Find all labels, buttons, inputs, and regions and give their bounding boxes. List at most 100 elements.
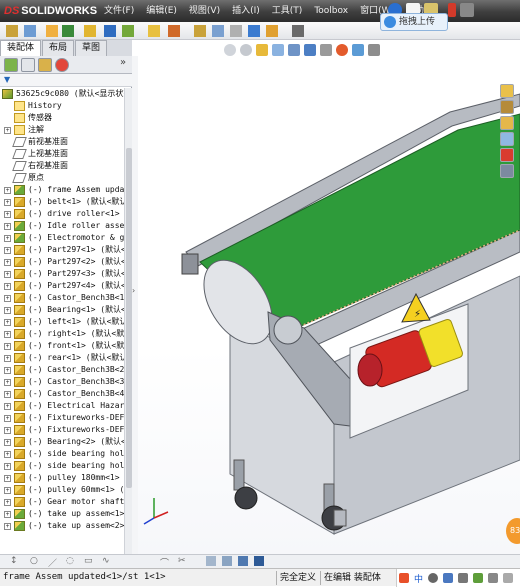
pan-icon[interactable]: ↕ <box>10 556 18 566</box>
sogou-ime-icon[interactable] <box>399 573 409 583</box>
smart-fasteners-icon[interactable] <box>62 25 74 37</box>
ime-punctuation-icon[interactable] <box>428 573 439 583</box>
new-motion-study-icon[interactable] <box>168 25 180 37</box>
view-right-icon[interactable] <box>254 556 264 566</box>
tree-item[interactable]: + (-) Part297<2> (默认<默认 <box>0 256 124 268</box>
expand-toggle-icon[interactable]: + <box>4 295 11 302</box>
menu-file[interactable]: 文件(F) <box>98 0 140 22</box>
expand-toggle-icon[interactable]: + <box>4 271 11 278</box>
expand-toggle-icon[interactable]: + <box>4 283 11 290</box>
appearances-icon[interactable] <box>500 148 514 162</box>
options-icon[interactable] <box>460 3 474 17</box>
view-front-icon[interactable] <box>206 556 216 566</box>
view-top-icon[interactable] <box>222 556 232 566</box>
trim-tool-icon[interactable]: ✂ <box>178 556 186 566</box>
tree-item[interactable]: + (-) Bearing<1> (默认<默认 <box>0 304 124 316</box>
expand-toggle-icon[interactable]: + <box>4 463 11 470</box>
tree-item[interactable]: + (-) belt<1> (默认<默认_显示状态-1>) <box>0 196 124 208</box>
tree-item[interactable]: + (-) Part297<4> (默认<默认 <box>0 280 124 292</box>
arc-tool-icon[interactable]: ◌ <box>66 556 74 566</box>
reference-geometry-icon[interactable] <box>148 25 160 37</box>
expand-toggle-icon[interactable]: + <box>4 127 11 134</box>
tree-item[interactable]: + (-) Bearing<2> (默认<默认 <box>0 436 124 448</box>
tree-item[interactable]: + 注解 <box>0 124 124 136</box>
tree-item[interactable]: 右视基准面 <box>0 160 124 172</box>
design-library-icon[interactable] <box>500 100 514 114</box>
tree-item[interactable]: + (-) rear<1> (默认<默认 <box>0 352 124 364</box>
tree-item[interactable]: + (-) Castor_Bench3B<3> ( <box>0 376 124 388</box>
expand-toggle-icon[interactable]: + <box>4 415 11 422</box>
expand-toggle-icon[interactable]: + <box>4 187 11 194</box>
expand-toggle-icon[interactable]: + <box>4 307 11 314</box>
expand-toggle-icon[interactable]: + <box>4 367 11 374</box>
expand-toggle-icon[interactable]: + <box>4 427 11 434</box>
tab-layout[interactable]: 布局 <box>42 40 75 56</box>
filter-icon[interactable]: ▼ <box>4 75 10 84</box>
tab-sketch[interactable]: 草图 <box>75 40 108 56</box>
expand-toggle-icon[interactable]: + <box>4 247 11 254</box>
move-component-icon[interactable] <box>84 25 96 37</box>
expand-toggle-icon[interactable]: + <box>4 223 11 230</box>
insert-component-icon[interactable] <box>6 25 18 37</box>
rebuild-icon[interactable] <box>448 3 456 17</box>
tree-item[interactable]: + (-) front<1> (默认<默认 <box>0 340 124 352</box>
menu-tools[interactable]: 工具(T) <box>266 0 309 22</box>
ime-chinese-mode-icon[interactable]: 中 <box>414 572 423 585</box>
tree-scrollbar[interactable] <box>124 88 132 554</box>
expand-toggle-icon[interactable]: + <box>4 211 11 218</box>
view-palette-icon[interactable] <box>500 132 514 146</box>
expand-toggle-icon[interactable]: + <box>4 391 11 398</box>
tree-item[interactable]: 前视基准面 <box>0 136 124 148</box>
expand-toggle-icon[interactable]: + <box>4 331 11 338</box>
tree-item[interactable]: + (-) Part297<3> (默认<默认 <box>0 268 124 280</box>
tree-item[interactable]: + (-) right<1> (默认<默认 <box>0 328 124 340</box>
expand-toggle-icon[interactable]: + <box>4 451 11 458</box>
tree-root-assembly[interactable]: 53625c9c080 (默认<显示状态-1>) <box>0 88 124 100</box>
tree-item[interactable]: + (-) drive roller<1> (默认) <box>0 208 124 220</box>
solidworks-logo[interactable]: DS SOLIDWORKS <box>4 3 97 19</box>
tree-item[interactable]: + (-) Castor_Bench3B<2> ( <box>0 364 124 376</box>
graphics-area[interactable]: ⚡ <box>138 40 520 554</box>
tree-item[interactable]: + (-) Fixtureworks-DEFAUL <box>0 412 124 424</box>
tree-item[interactable]: + (-) pulley 60mm<1> (默认 <box>0 484 124 496</box>
expand-toggle-icon[interactable]: + <box>4 199 11 206</box>
tree-item[interactable]: + (-) Fixtureworks-DEFAUL <box>0 424 124 436</box>
ime-tools-icon[interactable] <box>503 573 514 583</box>
expand-toggle-icon[interactable]: + <box>4 259 11 266</box>
view-iso-icon[interactable] <box>238 556 248 566</box>
spline-tool-icon[interactable]: ∿ <box>102 556 110 566</box>
expand-toggle-icon[interactable]: + <box>4 523 11 530</box>
tree-item[interactable]: + (-) take up assem<2> ( <box>0 520 124 532</box>
solidworks-resources-icon[interactable] <box>500 84 514 98</box>
tree-item[interactable]: 传感器 <box>0 112 124 124</box>
display-manager-tab-icon[interactable] <box>55 58 69 72</box>
menu-toolbox[interactable]: Toolbox <box>308 0 354 22</box>
tree-item[interactable]: + (-) Electrical Hazard<1 <box>0 400 124 412</box>
tree-item[interactable]: + (-) Gear motor shaft<1> <box>0 496 124 508</box>
tree-item[interactable]: + (-) pulley 180mm<1> (默认 <box>0 472 124 484</box>
expand-toggle-icon[interactable]: + <box>4 355 11 362</box>
tree-item[interactable]: + (-) Castor_Bench3B<1> ( <box>0 292 124 304</box>
menu-view[interactable]: 视图(V) <box>183 0 226 22</box>
tree-item[interactable]: + (-) Electromotor & gear <box>0 232 124 244</box>
exploded-view-icon[interactable] <box>212 25 224 37</box>
menu-insert[interactable]: 插入(I) <box>226 0 266 22</box>
expand-toggle-icon[interactable]: + <box>4 235 11 242</box>
tree-item[interactable]: 上视基准面 <box>0 148 124 160</box>
property-manager-tab-icon[interactable] <box>21 58 35 72</box>
show-hidden-icon[interactable] <box>104 25 116 37</box>
tree-item[interactable]: + (-) side bearing holder <box>0 460 124 472</box>
expand-toggle-icon[interactable]: + <box>4 487 11 494</box>
expand-toggle-icon[interactable]: + <box>4 319 11 326</box>
conveyor-model[interactable]: ⚡ <box>138 40 520 554</box>
expand-toggle-icon[interactable]: + <box>4 403 11 410</box>
ime-settings-icon[interactable] <box>488 573 499 583</box>
tree-item[interactable]: + (-) Part297<1> (默认<默认 <box>0 244 124 256</box>
tree-item[interactable]: + (-) left<1> (默认<默认 <box>0 316 124 328</box>
assembly-features-icon[interactable] <box>122 25 134 37</box>
expand-toggle-icon[interactable]: + <box>4 511 11 518</box>
interference-detection-icon[interactable] <box>248 25 260 37</box>
tree-item[interactable]: 原点 <box>0 172 124 184</box>
ime-skin-icon[interactable] <box>473 573 484 583</box>
ime-emoji-icon[interactable] <box>443 573 454 583</box>
